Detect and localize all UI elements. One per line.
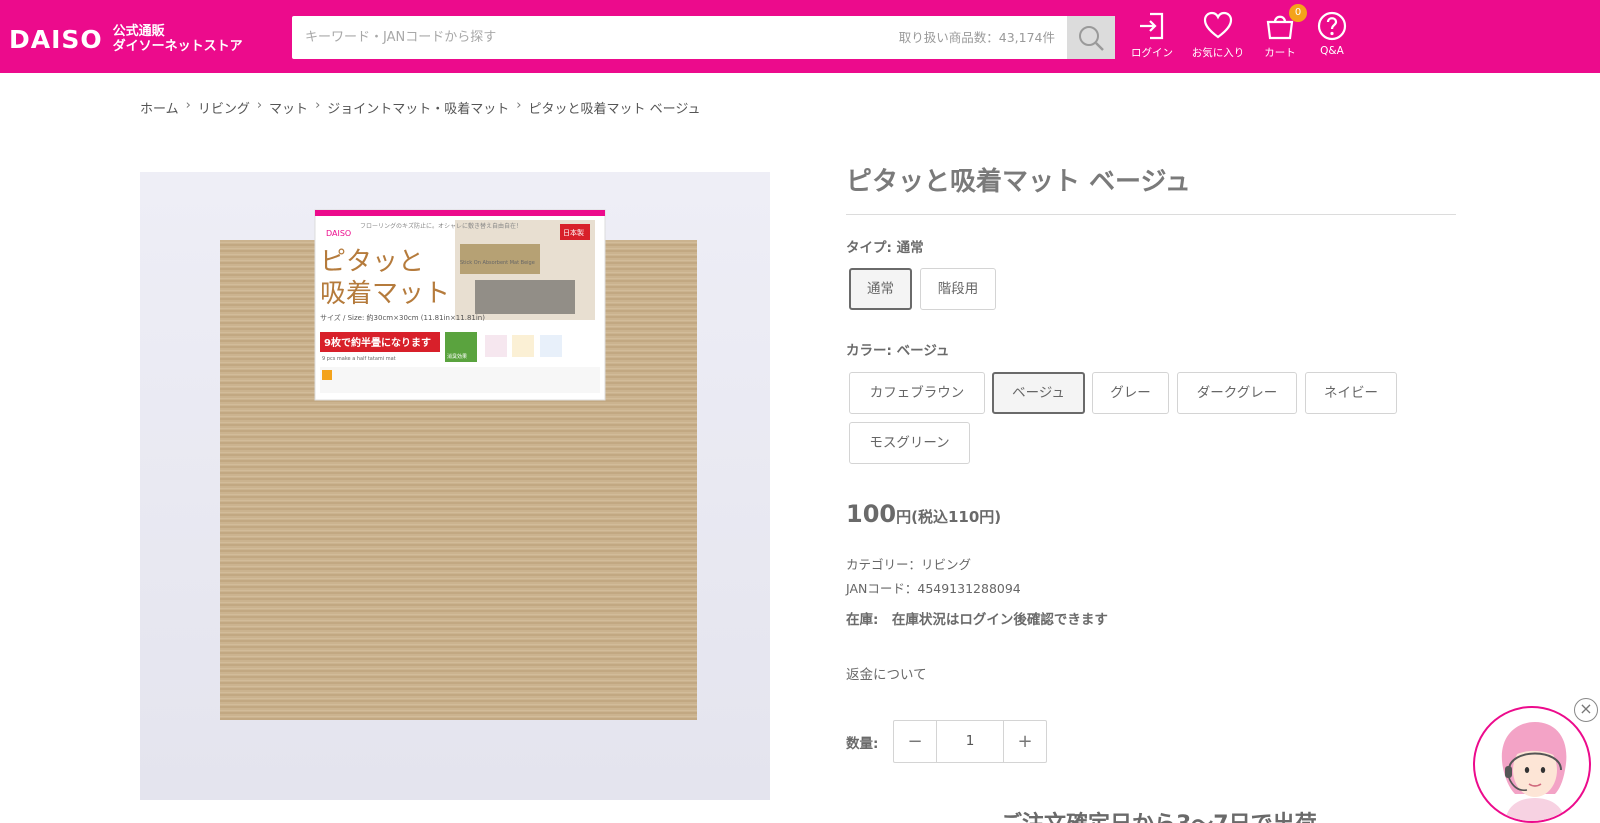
package-top-note: フローリングのキズ防止に。オシャレに敷き替え自由自在！	[360, 222, 522, 230]
package-deodorant: 消臭効果	[447, 353, 467, 360]
price-value: 100	[846, 500, 897, 528]
daiso-logo[interactable]: DAISO 公式通販 ダイソーネットストア	[9, 24, 243, 54]
logo-mark: DAISO	[9, 24, 103, 54]
quantity-input[interactable]: 1	[936, 721, 1004, 762]
package-card: DAISO フローリングのキズ防止に。オシャレに敷き替え自由自在！ ピタッと 吸…	[314, 209, 606, 401]
refund-link[interactable]: 返金について	[846, 663, 927, 683]
color-option-navy[interactable]: ネイビー	[1305, 372, 1397, 414]
type-label: タイプ:	[846, 240, 892, 256]
cart-button[interactable]: カート 0	[1256, 4, 1307, 60]
quantity-decrease-button[interactable]: −	[894, 721, 936, 762]
color-option-beige[interactable]: ベージュ	[992, 372, 1085, 414]
favorites-label: お気に入り	[1191, 47, 1245, 59]
search-icon	[1079, 25, 1104, 51]
heart-icon	[1203, 11, 1233, 39]
quantity-stepper: − 1 +	[893, 720, 1047, 763]
stock-status: 在庫: 在庫状況はログイン後確認できます	[846, 612, 1108, 628]
color-selected-value: ベージュ	[896, 343, 950, 359]
breadcrumb-mat[interactable]: マット	[269, 98, 308, 117]
type-option-normal[interactable]: 通常	[849, 268, 912, 310]
login-button[interactable]: ログイン	[1128, 10, 1176, 60]
breadcrumb-separator-icon: ›	[185, 98, 191, 113]
scrollbar-top-cap	[1568, 0, 1600, 73]
breadcrumb-current: ピタッと吸着マット ベージュ	[528, 102, 701, 117]
cart-count-badge: 0	[1289, 4, 1307, 22]
product-count: 取り扱い商品数：43,174件	[898, 30, 1055, 45]
product-photo: DAISO フローリングのキズ防止に。オシャレに敷き替え自由自在！ ピタッと 吸…	[140, 172, 770, 800]
color-option-label: カラー: ベージュ	[846, 339, 949, 359]
quantity-label: 数量:	[846, 736, 879, 752]
operator-avatar-icon	[1501, 722, 1567, 821]
type-option-label: タイプ: 通常	[846, 236, 924, 256]
site-header: DAISO 公式通販 ダイソーネットストア 取り扱い商品数：43,174件 ログ…	[0, 0, 1568, 73]
package-brand: DAISO	[326, 229, 351, 238]
package-title-line2: 吸着マット	[320, 279, 450, 309]
color-option-cafe-brown[interactable]: カフェブラウン	[849, 372, 985, 414]
color-option-moss-green[interactable]: モスグリーン	[849, 422, 970, 464]
package-half-tatami: 9枚で約半畳になります	[324, 336, 431, 349]
qa-label: Q&A	[1320, 45, 1344, 57]
logo-sub-line2: ダイソーネットストア	[112, 39, 243, 54]
search-bar: 取り扱い商品数：43,174件	[292, 16, 1115, 59]
product-category: カテゴリー：リビング	[846, 557, 972, 572]
product-jan: JANコード：4549131288094	[846, 581, 1021, 596]
breadcrumb-separator-icon: ›	[315, 98, 321, 113]
price: 100円(税込110円)	[846, 500, 1001, 528]
title-divider	[846, 214, 1456, 215]
package-half-tatami-en: 9 pcs make a half tatami mat	[322, 356, 396, 362]
logo-sub-line1: 公式通販	[112, 24, 165, 39]
breadcrumb-separator-icon: ›	[256, 98, 263, 113]
breadcrumb-living[interactable]: リビング	[198, 98, 250, 117]
package-size: サイズ / Size: 約30cm×30cm (11.81in×11.81in)	[320, 313, 485, 322]
breadcrumb-home[interactable]: ホーム	[140, 98, 179, 117]
type-option-stairs[interactable]: 階段用	[920, 268, 996, 310]
search-input[interactable]	[305, 16, 865, 59]
search-button[interactable]	[1067, 16, 1115, 59]
color-label: カラー:	[846, 343, 892, 359]
qa-button[interactable]: Q&A	[1312, 10, 1352, 57]
favorites-button[interactable]: お気に入り	[1188, 10, 1248, 60]
quantity-increase-button[interactable]: +	[1004, 721, 1046, 762]
package-english: Stick On Absorbent Mat Beige	[460, 260, 535, 266]
breadcrumb: ホーム › リビング › マット › ジョイントマット・吸着マット › ピタッと…	[140, 98, 700, 117]
color-option-dark-gray[interactable]: ダークグレー	[1177, 372, 1297, 414]
product-image[interactable]: DAISO フローリングのキズ防止に。オシャレに敷き替え自由自在！ ピタッと 吸…	[140, 172, 770, 800]
type-selected-value: 通常	[896, 240, 924, 256]
logo-subtitle: 公式通販 ダイソーネットストア	[113, 24, 243, 54]
help-icon	[1317, 11, 1347, 41]
package-title-line1: ピタッと	[320, 247, 424, 277]
package-made-in: 日本製	[563, 228, 584, 237]
login-icon	[1140, 12, 1164, 40]
chat-close-button[interactable]: ×	[1574, 698, 1598, 722]
chat-assistant-button[interactable]	[1473, 706, 1591, 823]
login-label: ログイン	[1131, 47, 1173, 59]
shipping-notice: ご注文確定日から3〜7日で出荷	[1000, 806, 1317, 823]
cart-label: カート	[1264, 47, 1296, 59]
color-option-gray[interactable]: グレー	[1092, 372, 1169, 414]
product-title: ピタッと吸着マット ベージュ	[846, 167, 1191, 197]
price-unit: 円(税込110円)	[896, 508, 1002, 526]
breadcrumb-joint-mat[interactable]: ジョイントマット・吸着マット	[327, 98, 509, 117]
breadcrumb-separator-icon: ›	[516, 98, 522, 113]
